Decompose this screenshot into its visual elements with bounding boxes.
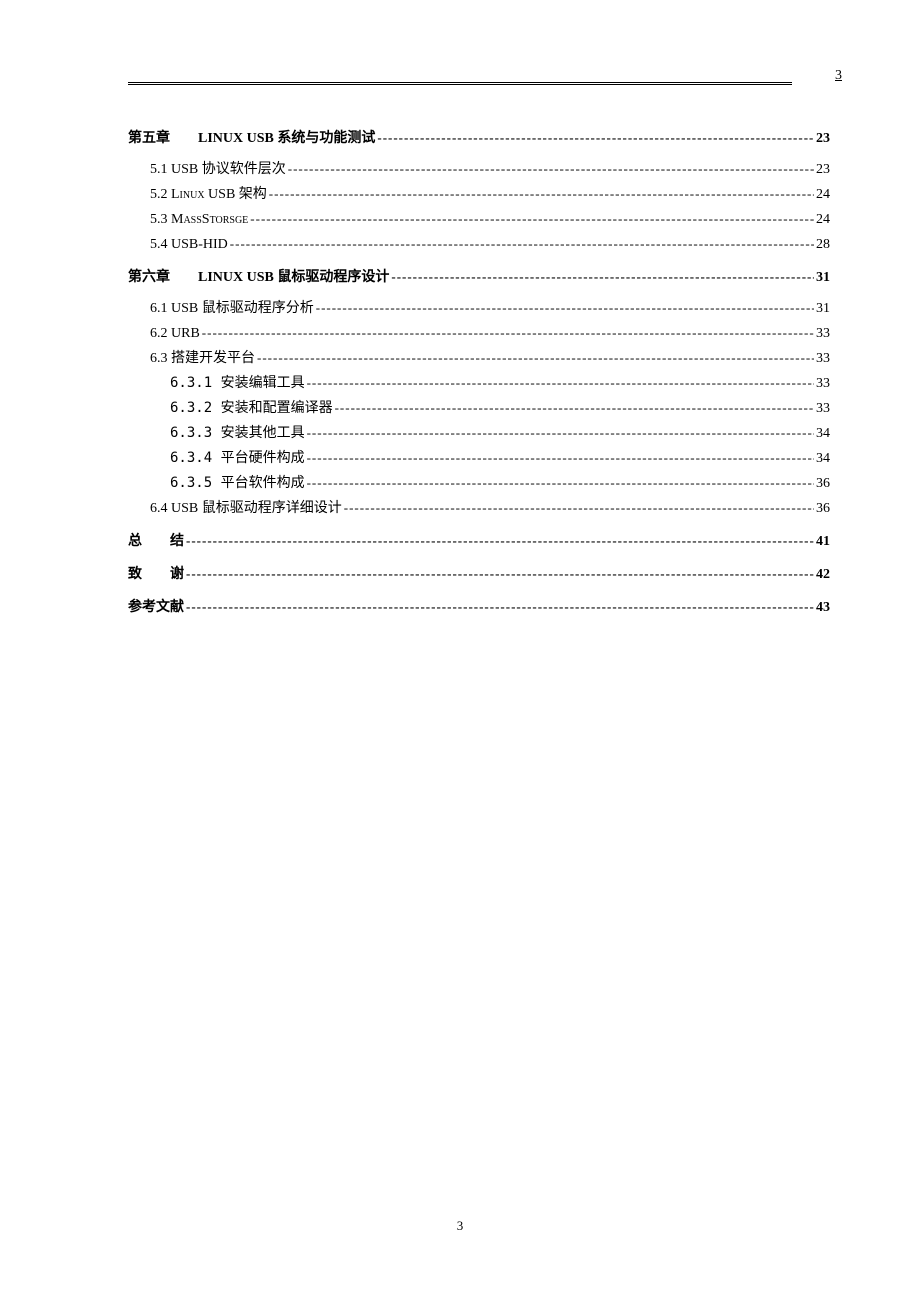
toc-ref-label: 参考文献 xyxy=(128,597,184,618)
toc-section-5-3: 5.3 MassStorsge 24 xyxy=(128,209,830,230)
toc-references: 参考文献 43 xyxy=(128,597,830,618)
toc-section-6-3: 6.3 搭建开发平台 33 xyxy=(128,348,830,369)
toc-6-3-page: 33 xyxy=(814,348,830,369)
toc-leader xyxy=(305,373,814,393)
toc-6-3-5-label: 6.3.5 平台软件构成 xyxy=(170,473,305,494)
toc-leader xyxy=(375,128,814,148)
header-divider xyxy=(128,82,792,85)
toc-leader xyxy=(200,323,814,343)
toc-conclusion: 总结 41 xyxy=(128,531,830,552)
toc-section-6-3-5: 6.3.5 平台软件构成 36 xyxy=(128,473,830,494)
toc-leader xyxy=(184,531,814,551)
toc-6-4-page: 36 xyxy=(814,498,830,519)
toc-6-4-label: 6.4 USB 鼠标驱动程序详细设计 xyxy=(150,498,342,519)
toc-section-6-1: 6.1 USB 鼠标驱动程序分析 31 xyxy=(128,298,830,319)
toc-6-3-label: 6.3 搭建开发平台 xyxy=(150,348,255,369)
toc-6-3-4-page: 34 xyxy=(814,448,830,469)
toc-leader xyxy=(184,597,814,617)
toc-5-1-label: 5.1 USB 协议软件层次 xyxy=(150,159,286,180)
toc-5-3-page: 24 xyxy=(814,209,830,230)
toc-conclusion-label: 总结 xyxy=(128,531,184,552)
toc-ch6-page: 31 xyxy=(814,267,830,288)
toc-6-1-label: 6.1 USB 鼠标驱动程序分析 xyxy=(150,298,314,319)
toc-chapter-5: 第五章LINUX USB 系统与功能测试 23 xyxy=(128,128,830,149)
toc-leader xyxy=(342,498,814,518)
toc-section-6-3-1: 6.3.1 安装编辑工具 33 xyxy=(128,373,830,394)
toc-ack-page: 42 xyxy=(814,564,830,585)
toc-ack-label: 致谢 xyxy=(128,564,184,585)
toc-section-6-3-3: 6.3.3 安装其他工具 34 xyxy=(128,423,830,444)
toc-conclusion-page: 41 xyxy=(814,531,830,552)
toc-leader xyxy=(305,448,814,468)
toc-5-1-page: 23 xyxy=(814,159,830,180)
toc-leader xyxy=(305,423,814,443)
toc-section-6-3-4: 6.3.4 平台硬件构成 34 xyxy=(128,448,830,469)
toc-6-3-2-page: 33 xyxy=(814,398,830,419)
footer-page-number: 3 xyxy=(0,1218,920,1234)
toc-leader xyxy=(314,298,814,318)
toc-section-6-3-2: 6.3.2 安装和配置编译器 33 xyxy=(128,398,830,419)
toc-ch5-label: 第五章LINUX USB 系统与功能测试 xyxy=(128,128,375,149)
toc-6-1-page: 31 xyxy=(814,298,830,319)
toc-6-3-1-label: 6.3.1 安装编辑工具 xyxy=(170,373,305,394)
toc-6-3-4-label: 6.3.4 平台硬件构成 xyxy=(170,448,305,469)
header-page-number: 3 xyxy=(835,68,842,84)
toc-5-2-page: 24 xyxy=(814,184,830,205)
toc-section-5-1: 5.1 USB 协议软件层次 23 xyxy=(128,159,830,180)
toc-5-3-label: 5.3 MassStorsge xyxy=(150,209,248,230)
toc-acknowledgment: 致谢 42 xyxy=(128,564,830,585)
toc-ch5-page: 23 xyxy=(814,128,830,149)
toc-6-3-5-page: 36 xyxy=(814,473,830,494)
toc-5-4-label: 5.4 USB-HID xyxy=(150,234,228,255)
toc-6-2-label: 6.2 URB xyxy=(150,323,200,344)
toc-leader xyxy=(389,267,814,287)
toc-leader xyxy=(184,564,814,584)
toc-6-3-3-page: 34 xyxy=(814,423,830,444)
toc-6-2-page: 33 xyxy=(814,323,830,344)
toc-section-6-4: 6.4 USB 鼠标驱动程序详细设计 36 xyxy=(128,498,830,519)
toc-chapter-6: 第六章LINUX USB 鼠标驱动程序设计 31 xyxy=(128,267,830,288)
toc-leader xyxy=(228,234,814,254)
toc-ch6-label: 第六章LINUX USB 鼠标驱动程序设计 xyxy=(128,267,389,288)
toc-section-5-2: 5.2 Linux USB 架构 24 xyxy=(128,184,830,205)
toc-leader xyxy=(248,209,814,229)
toc-5-2-label: 5.2 Linux USB 架构 xyxy=(150,184,267,205)
toc-6-3-1-page: 33 xyxy=(814,373,830,394)
toc-section-5-4: 5.4 USB-HID 28 xyxy=(128,234,830,255)
toc-5-4-page: 28 xyxy=(814,234,830,255)
toc-leader xyxy=(286,159,814,179)
toc-leader xyxy=(255,348,814,368)
toc-ref-page: 43 xyxy=(814,597,830,618)
toc-leader xyxy=(333,398,814,418)
toc-content: 第五章LINUX USB 系统与功能测试 23 5.1 USB 协议软件层次 2… xyxy=(128,116,830,622)
toc-leader xyxy=(305,473,814,493)
toc-section-6-2: 6.2 URB 33 xyxy=(128,323,830,344)
toc-6-3-3-label: 6.3.3 安装其他工具 xyxy=(170,423,305,444)
toc-leader xyxy=(267,184,814,204)
toc-6-3-2-label: 6.3.2 安装和配置编译器 xyxy=(170,398,333,419)
